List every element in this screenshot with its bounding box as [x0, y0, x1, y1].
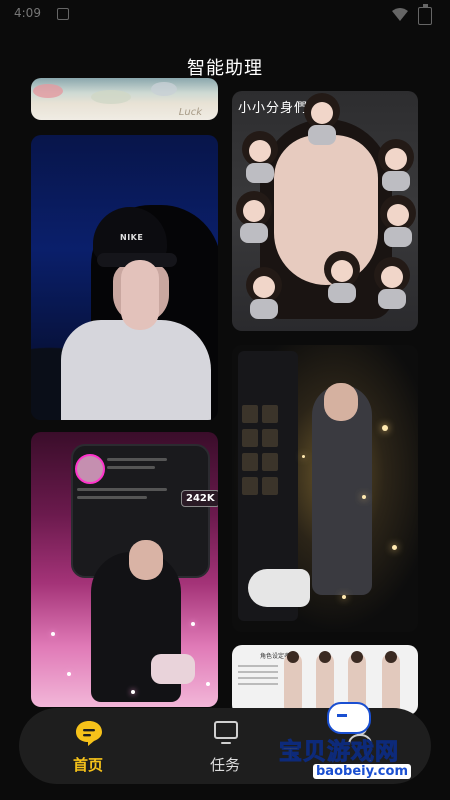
sparkle-dot — [51, 632, 55, 636]
spec-line — [238, 665, 278, 667]
feed-card-chibi-collage[interactable]: 小小分身們 — [232, 91, 418, 331]
page-title: 智能助理 — [187, 58, 263, 79]
sparkle-dot — [191, 622, 195, 626]
thumbnail — [262, 429, 278, 447]
chibi-figure — [324, 251, 360, 303]
thumbnail — [262, 453, 278, 471]
avatar — [75, 454, 105, 484]
profile-line — [107, 466, 155, 469]
chibi-figure — [242, 131, 278, 183]
sneaker-shape — [248, 569, 310, 607]
feed-card-pink-influencer[interactable]: 242K — [31, 432, 218, 707]
watermark-text: 宝贝游戏网 — [279, 739, 399, 766]
notification-icon — [57, 8, 69, 20]
sparkle-dot — [131, 690, 135, 694]
sparkle-dot — [392, 545, 397, 550]
thumbnail — [242, 453, 258, 471]
wifi-icon — [392, 8, 408, 21]
feed-card-sparkle-dancer[interactable] — [232, 345, 418, 632]
watermark-logo: 宝贝游戏网 baobeiy.com — [275, 694, 425, 784]
cap-logo: NIKE — [120, 233, 144, 242]
sparkle-dot — [67, 672, 71, 676]
thumbnail — [242, 477, 258, 495]
face-shape — [324, 383, 358, 421]
sneaker-shape — [151, 654, 195, 684]
paper-scrap — [151, 82, 177, 96]
thumbnail — [242, 405, 258, 423]
chibi-figure — [236, 191, 272, 243]
watermark-url: baobeiy.com — [313, 764, 411, 779]
feed-card-scrapbook[interactable]: Luck — [31, 78, 218, 120]
face-shape — [129, 540, 163, 580]
thumbnail — [262, 477, 278, 495]
feed-card-nike-cap[interactable]: NIKE — [31, 135, 218, 420]
shirt-shape — [61, 320, 211, 420]
thumbnail — [262, 405, 278, 423]
paper-scrap — [91, 90, 131, 104]
monitor-icon — [214, 721, 238, 744]
chibi-figure — [304, 93, 340, 145]
battery-icon — [418, 4, 432, 25]
status-time: 4:09 — [14, 6, 41, 20]
sparkle-dot — [342, 595, 346, 599]
heart-doodle — [33, 84, 63, 98]
gamepad-icon — [327, 702, 371, 734]
profile-line — [77, 496, 147, 499]
chibi-figure — [374, 257, 410, 309]
spec-line — [238, 677, 278, 679]
profile-line — [107, 458, 167, 461]
card-caption: Luck — [178, 107, 202, 118]
spec-line — [238, 671, 278, 673]
chibi-figure — [246, 267, 282, 319]
thumbnail — [242, 429, 258, 447]
tab-label: 首页 — [72, 756, 103, 774]
follower-badge: 242K — [181, 490, 218, 507]
sparkle-dot — [302, 455, 305, 458]
chibi-figure — [378, 139, 414, 191]
status-bar: 4:09 — [0, 0, 450, 30]
sparkle-dot — [206, 682, 210, 686]
tab-tasks[interactable]: 任务 — [170, 708, 280, 784]
tab-label: 任务 — [209, 756, 240, 774]
spec-line — [238, 683, 278, 685]
tab-home[interactable]: 首页 — [33, 708, 143, 784]
profile-line — [77, 488, 167, 491]
chat-bubble-icon — [76, 721, 102, 746]
chibi-figure — [380, 195, 416, 247]
sparkle-dot — [362, 495, 366, 499]
card-caption: 小小分身們 — [238, 101, 309, 116]
pointing-hand — [121, 260, 159, 330]
sparkle-dot — [382, 425, 388, 431]
